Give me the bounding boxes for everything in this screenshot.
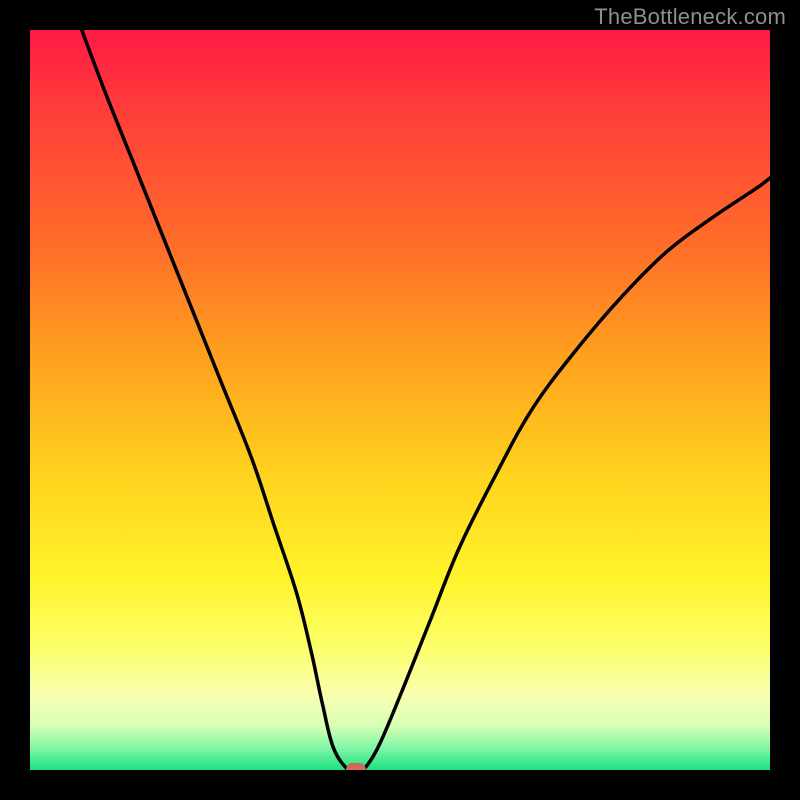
bottleneck-curve (30, 30, 770, 770)
current-point-marker (346, 763, 366, 770)
curve-path (82, 30, 770, 770)
watermark-text: TheBottleneck.com (594, 4, 786, 30)
plot-area (30, 30, 770, 770)
